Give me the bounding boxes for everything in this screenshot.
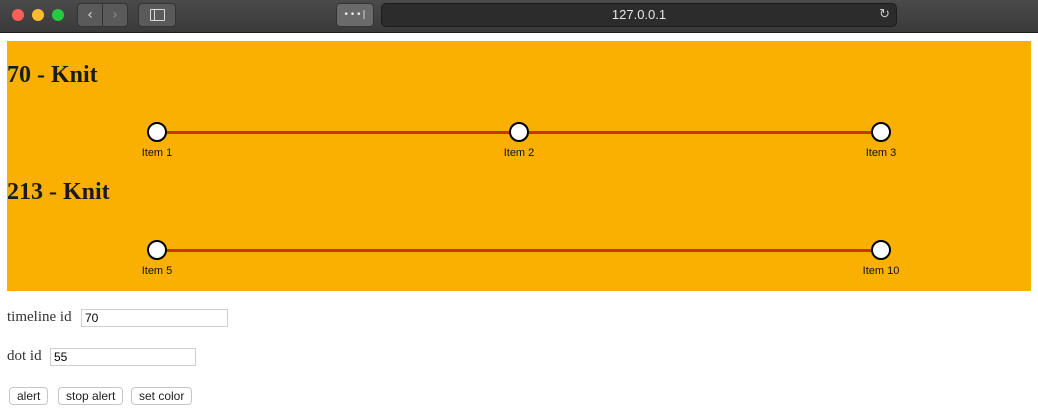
browser-toolbar: ‹ › •••| 127.0.0.1 ↻ (0, 0, 1038, 33)
more-icon: •••| (343, 10, 367, 20)
dot-id-input[interactable] (50, 348, 196, 366)
timeline-title: 213 - Knit (7, 179, 110, 205)
address-bar[interactable]: 127.0.0.1 ↻ (381, 3, 897, 27)
timeline-id-label: timeline id (7, 309, 72, 325)
timeline-line (157, 249, 881, 252)
dot-label: Item 1 (141, 147, 173, 159)
url-text: 127.0.0.1 (611, 7, 667, 22)
set-color-button[interactable]: set color (131, 387, 193, 405)
forward-button[interactable]: › (102, 3, 128, 27)
minimize-window-button[interactable] (32, 9, 44, 21)
chevron-right-icon: › (112, 7, 118, 23)
timeline-dot[interactable] (509, 122, 529, 142)
dot-label: Item 3 (865, 147, 897, 159)
dot-id-label: dot id (7, 348, 42, 364)
stop-alert-button[interactable]: stop alert (58, 387, 124, 405)
back-button[interactable]: ‹ (77, 3, 103, 27)
timeline-dot[interactable] (147, 240, 167, 260)
timelines-panel: 70 - Knit Item 1 Item 2 Item 3 213 - Kni… (7, 41, 1031, 291)
reload-icon[interactable]: ↻ (879, 4, 890, 26)
timeline-dot[interactable] (871, 240, 891, 260)
sidebar-icon (150, 9, 165, 21)
timeline-dot[interactable] (871, 122, 891, 142)
timeline-id-input[interactable] (81, 309, 228, 327)
timeline-dot[interactable] (147, 122, 167, 142)
dot-label: Item 2 (503, 147, 535, 159)
chevron-left-icon: ‹ (87, 7, 93, 23)
dot-label: Item 10 (862, 265, 900, 277)
close-window-button[interactable] (12, 9, 24, 21)
alert-button[interactable]: alert (9, 387, 49, 405)
zoom-window-button[interactable] (52, 9, 64, 21)
sidebar-toggle-button[interactable] (138, 3, 176, 27)
dot-label: Item 5 (141, 265, 173, 277)
extensions-button[interactable]: •••| (336, 3, 374, 27)
timeline-title: 70 - Knit (7, 62, 98, 88)
